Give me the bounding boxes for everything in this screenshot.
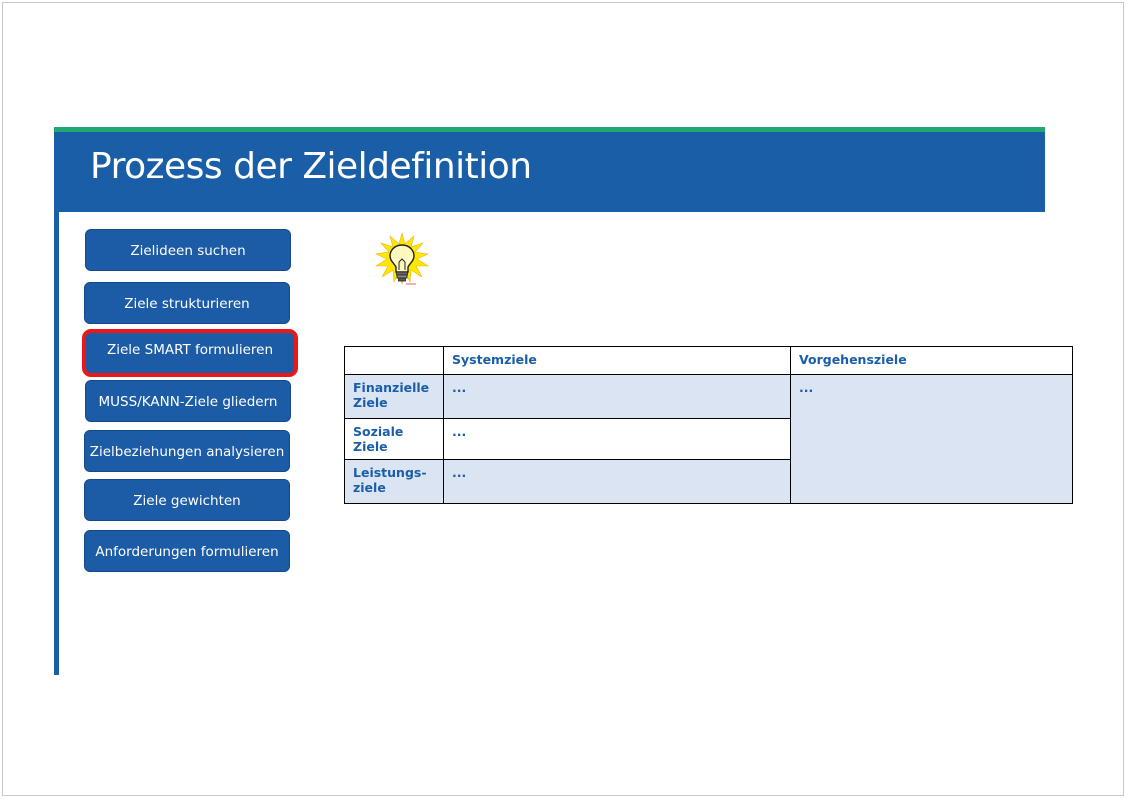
step-button-zielideen-suchen[interactable]: Zielideen suchen xyxy=(85,229,291,271)
table-header-corner xyxy=(344,346,444,375)
row-label-line: Ziele xyxy=(353,395,388,410)
row-label-line: Leistungs- xyxy=(353,465,427,480)
table-cell-system: ... xyxy=(443,418,791,460)
row-label-line: ziele xyxy=(353,480,386,495)
step-button-ziele-strukturieren[interactable]: Ziele strukturieren xyxy=(84,282,290,324)
table-header-vorgehensziele: Vorgehensziele xyxy=(790,346,1073,375)
step-button-ziele-smart-formulieren[interactable]: Ziele SMART formulieren xyxy=(82,329,298,377)
row-label-line: Finanzielle xyxy=(353,380,430,395)
step-button-ziele-gewichten[interactable]: Ziele gewichten xyxy=(84,479,290,521)
row-label-finanzielle-ziele: Finanzielle Ziele xyxy=(344,374,444,419)
row-label-soziale-ziele: Soziale Ziele xyxy=(344,418,444,460)
step-button-zielbeziehungen-analysieren[interactable]: Zielbeziehungen analysieren xyxy=(84,430,290,472)
left-rail xyxy=(54,212,59,675)
lightbulb-icon xyxy=(374,232,430,285)
goals-table: Systemziele Vorgehensziele Finanzielle Z… xyxy=(344,346,1073,504)
table-cell-system: ... xyxy=(443,459,791,504)
title-bar: Prozess der Zieldefinition xyxy=(54,132,1045,212)
table-cell-system: ... xyxy=(443,374,791,419)
page-title: Prozess der Zieldefinition xyxy=(90,146,532,187)
table-header-row: Systemziele Vorgehensziele xyxy=(344,346,1073,375)
table-header-systemziele: Systemziele xyxy=(443,346,791,375)
step-button-muss-kann-ziele-gliedern[interactable]: MUSS/KANN-Ziele gliedern xyxy=(85,380,291,422)
step-button-anforderungen-formulieren[interactable]: Anforderungen formulieren xyxy=(84,530,290,572)
row-label-leistungsziele: Leistungs- ziele xyxy=(344,459,444,504)
table-row: Finanzielle Ziele ... ... xyxy=(344,374,1073,504)
table-cell-vorgehen: ... xyxy=(790,374,1073,504)
